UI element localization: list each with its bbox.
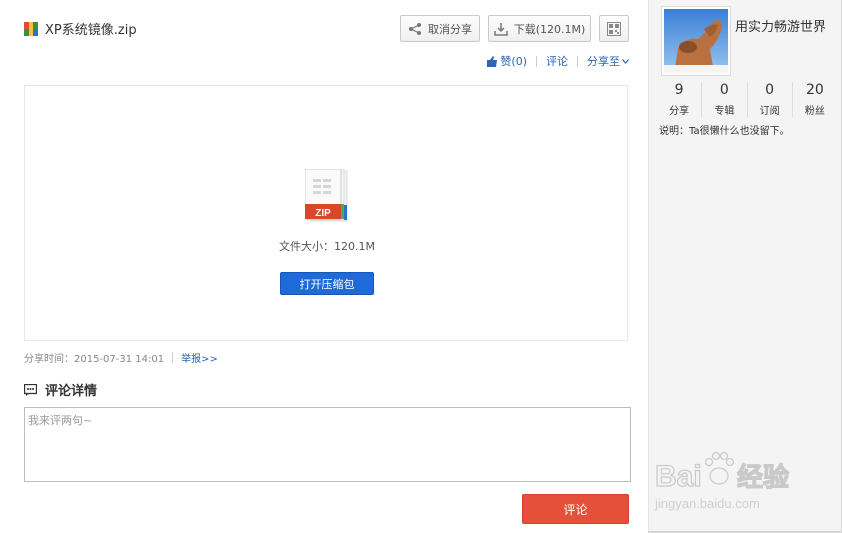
qr-code-button[interactable] [599,15,629,42]
file-preview-area: ZIP 文件大小：120.1M 打开压缩包 [24,85,628,341]
share-time: 分享时间：2015-07-31 14:01 [24,354,165,365]
share-to-dropdown[interactable]: 分享至 [587,53,620,69]
thumbs-up-icon [487,55,498,67]
comment-link[interactable]: 评论 [546,53,568,69]
divider [536,55,537,67]
download-icon [493,22,508,36]
baidu-jingyan-watermark: Bai 经验 jingyan.baidu.com [654,451,790,511]
zip-badge-label: ZIP [315,208,331,219]
comment-bubble-icon [24,383,37,396]
user-avatar-image [664,9,728,73]
stat-subscriptions[interactable]: 0 订阅 [748,82,793,117]
divider [577,55,578,67]
stat-shares[interactable]: 9 分享 [657,82,703,117]
zip-file-icon [24,22,38,36]
share-icon [409,22,421,35]
stat-fans[interactable]: 20 粉丝 [793,82,837,117]
report-link[interactable]: 举报>> [181,350,218,365]
download-button[interactable]: 下载(120.1M) [488,15,591,42]
username[interactable]: 用实力畅游世界 [735,16,826,35]
file-size-label: 文件大小：120.1M [279,240,375,253]
watermark-brand-right: 经验 [737,462,789,493]
share-meta: 分享时间：2015-07-31 14:01 举报>> [24,350,218,365]
zip-archive-icon: ZIP [305,169,348,222]
chevron-down-icon[interactable] [622,58,629,64]
watermark-brand-left: Bai [655,460,702,493]
avatar[interactable] [661,6,731,76]
main-panel: XP系统镜像.zip 取消分享 下载(120.1M) 赞(0) 评论 分享至 Z… [0,0,648,533]
stat-value: 0 [719,82,729,98]
action-links: 赞(0) 评论 分享至 [487,53,629,69]
stat-value: 9 [674,82,684,98]
stat-label: 专辑 [714,106,735,117]
stat-label: 粉丝 [804,106,825,117]
stat-value: 20 [805,82,824,98]
qr-code-icon [607,21,621,36]
comment-input[interactable]: 我来评两句~ [24,407,631,482]
stat-albums[interactable]: 0 专辑 [702,82,748,117]
cancel-share-label: 取消分享 [428,22,472,36]
watermark-url: jingyan.baidu.com [654,496,760,511]
stat-value: 0 [765,82,775,98]
user-stats: 9 分享 0 专辑 0 订阅 20 粉丝 [657,82,837,117]
file-title: XP系统镜像.zip [45,23,137,38]
stat-label: 订阅 [759,106,780,117]
divider [172,352,174,363]
comments-heading: 评论详情 [24,380,97,399]
cancel-share-button[interactable]: 取消分享 [400,15,480,42]
download-label: 下载(120.1M) [513,22,586,36]
submit-comment-button[interactable]: 评论 [522,494,629,524]
paw-icon [704,451,735,485]
user-description: 说明：Ta很懒什么也没留下。 [659,126,790,137]
open-archive-button[interactable]: 打开压缩包 [280,272,374,295]
stat-label: 分享 [669,106,690,117]
comments-heading-text: 评论详情 [45,384,98,399]
like-link[interactable]: 赞(0) [500,53,527,69]
